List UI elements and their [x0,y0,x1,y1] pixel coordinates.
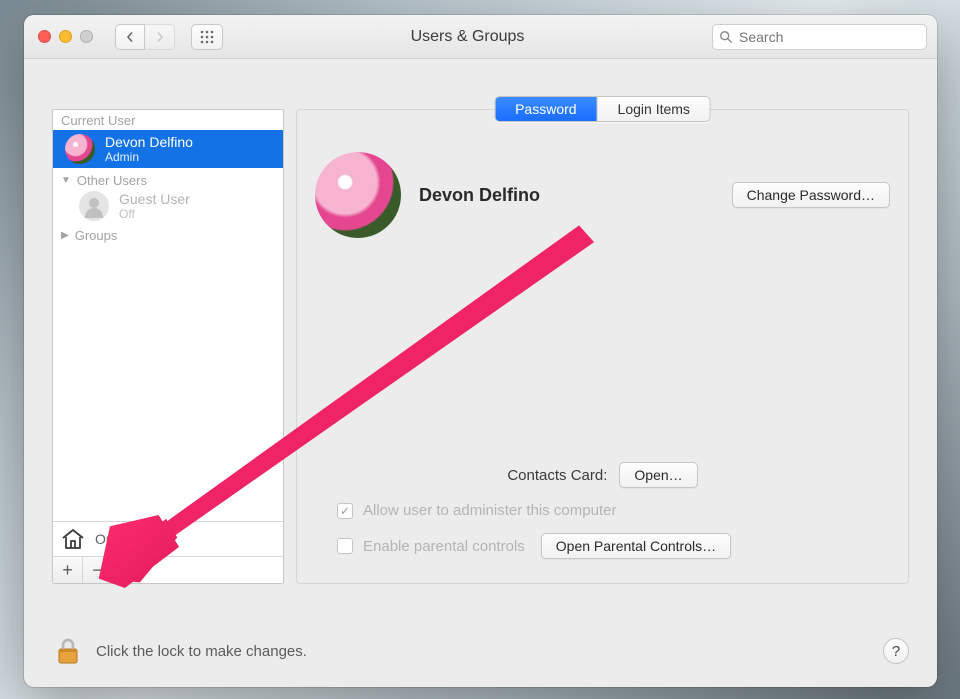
window-title: Users & Groups [233,28,702,46]
tab-password[interactable]: Password [495,97,597,121]
guest-user-name: Guest User [119,191,190,207]
back-button[interactable] [115,24,145,50]
user-avatar-large[interactable] [315,152,401,238]
search-input[interactable] [739,29,920,45]
grid-icon [200,30,214,44]
minimize-window-button[interactable] [59,30,72,43]
close-window-button[interactable] [38,30,51,43]
zoom-window-button [80,30,93,43]
admin-checkbox-label: Allow user to administer this computer [363,502,616,519]
preferences-window: Users & Groups Current User Devon Delfin… [24,15,937,687]
sidebar-current-user[interactable]: Devon Delfino Admin [53,130,283,168]
guest-user-status: Off [119,207,190,221]
help-button[interactable]: ? [883,638,909,664]
admin-checkbox-row: ✓ Allow user to administer this computer [337,502,890,519]
nav-buttons [115,24,175,50]
profile-row: Devon Delfino Change Password… [315,152,890,238]
titlebar: Users & Groups [24,15,937,59]
open-contacts-button[interactable]: Open… [619,462,697,488]
lock-icon [56,637,80,665]
lock-message: Click the lock to make changes. [96,643,871,660]
tabs: Password Login Items [494,96,711,122]
window-controls [34,30,93,43]
show-all-button[interactable] [191,24,223,50]
other-users-label: Other Users [77,173,147,188]
user-display-name: Devon Delfino [419,185,714,206]
tab-login-items[interactable]: Login Items [598,97,710,121]
current-user-name: Devon Delfino [105,134,193,150]
current-user-header: Current User [53,110,283,130]
login-options-label: Options [95,531,143,547]
disclosure-triangle-right-icon: ▶ [61,230,69,241]
lock-footer: Click the lock to make changes. ? [52,635,909,667]
other-users-disclosure[interactable]: ▼ Other Users [61,170,275,191]
parental-checkbox-label: Enable parental controls [363,538,525,555]
groups-disclosure[interactable]: ▶ Groups [61,225,275,246]
add-remove-bar: + − [53,556,283,583]
forward-button[interactable] [145,24,175,50]
change-password-button[interactable]: Change Password… [732,182,890,208]
disclosure-triangle-down-icon: ▼ [61,175,71,186]
parental-checkbox [337,538,353,554]
guest-avatar-icon [79,191,109,221]
remove-user-button[interactable]: − [83,557,113,583]
parental-checkbox-row: Enable parental controls Open Parental C… [337,533,890,559]
login-options-row[interactable]: Options [53,521,283,556]
admin-checkbox: ✓ [337,503,353,519]
user-avatar-icon [65,134,95,164]
contacts-card-label: Contacts Card: [507,467,607,484]
home-icon [61,528,85,550]
sidebar-guest-user[interactable]: Guest User Off [61,191,275,225]
open-parental-controls-button[interactable]: Open Parental Controls… [541,533,731,559]
groups-label: Groups [75,228,118,243]
search-field[interactable] [712,24,927,50]
lock-button[interactable] [52,635,84,667]
current-user-role: Admin [105,150,193,164]
search-icon [719,30,733,44]
contacts-card-row: Contacts Card: Open… [297,462,908,488]
add-user-button[interactable]: + [53,557,83,583]
user-detail-panel: Password Login Items Devon Delfino Chang… [296,109,909,584]
users-sidebar: Current User Devon Delfino Admin ▼ Other… [52,109,284,584]
